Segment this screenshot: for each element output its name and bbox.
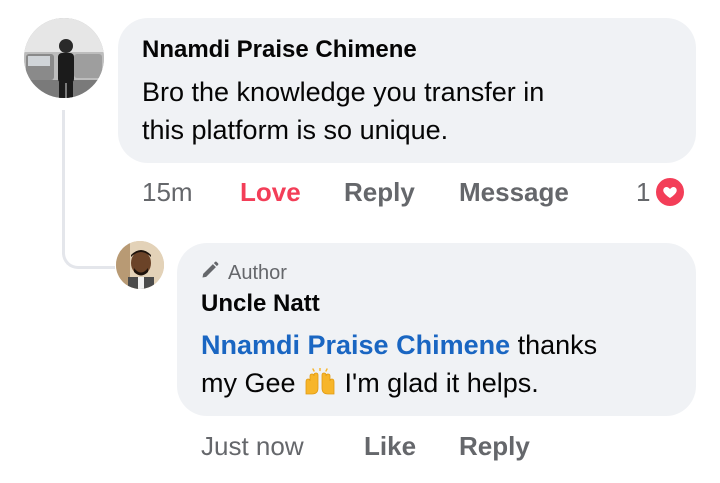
comment-text: Bro the knowledge you transfer in this p… <box>142 73 672 149</box>
pencil-icon <box>200 260 220 286</box>
reply-text-line-1: Nnamdi Praise Chimene thanks <box>201 326 681 364</box>
author-badge: Author <box>200 260 287 286</box>
reply-timestamp[interactable]: Just now <box>201 431 304 461</box>
reply-text-line-2: my Gee I'm glad it helps. <box>201 364 681 406</box>
reply-to-reply-button[interactable]: Reply <box>459 431 530 461</box>
mention-link[interactable]: Nnamdi Praise Chimene <box>201 330 510 360</box>
author-badge-label: Author <box>228 262 287 284</box>
comment-text-line-1: Bro the knowledge you transfer in <box>142 77 545 107</box>
love-reaction-button[interactable]: Love <box>240 177 301 207</box>
reply-thread-connector <box>62 110 115 269</box>
reply-author-avatar[interactable] <box>116 241 164 289</box>
comment-timestamp[interactable]: 15m <box>142 177 193 207</box>
reply-text-before-emoji: my Gee <box>201 368 304 398</box>
raising-hands-emoji-icon <box>303 367 337 406</box>
commenter-avatar[interactable] <box>24 18 104 98</box>
reply-text-after-mention: thanks <box>510 330 598 360</box>
message-button[interactable]: Message <box>459 177 569 207</box>
heart-icon <box>654 176 687 208</box>
comment-text-line-2: this platform is so unique. <box>142 115 449 145</box>
reply-author-name[interactable]: Uncle Natt <box>201 290 320 318</box>
reply-button[interactable]: Reply <box>344 177 415 207</box>
reply-text-after-emoji: I'm glad it helps. <box>337 368 539 398</box>
reply-author-avatar-photo <box>116 241 164 289</box>
reaction-count: 1 <box>636 177 651 207</box>
like-button[interactable]: Like <box>364 431 416 461</box>
commenter-avatar-photo <box>24 18 104 98</box>
reply-text: Nnamdi Praise Chimene thanks my Gee I'm … <box>201 326 681 406</box>
reaction-summary[interactable]: 1 <box>636 176 687 208</box>
comment-author-name[interactable]: Nnamdi Praise Chimene <box>142 36 417 64</box>
